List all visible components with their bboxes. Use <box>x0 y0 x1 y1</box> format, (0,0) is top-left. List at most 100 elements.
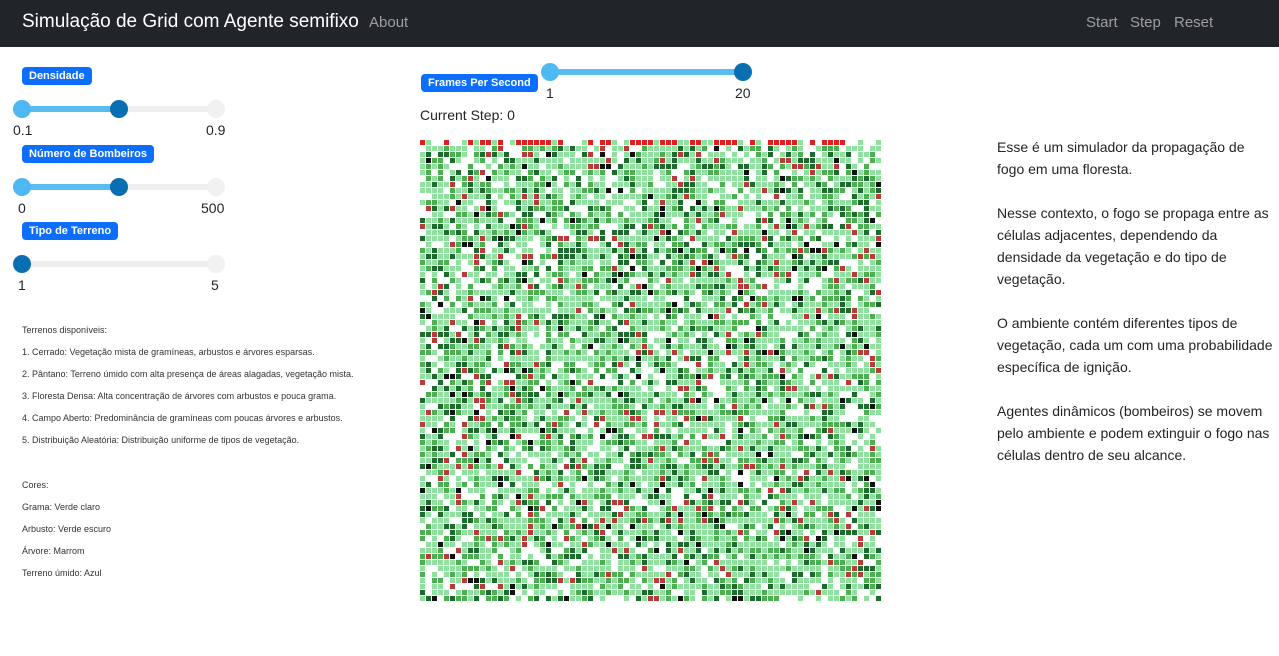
grid-cell <box>858 188 863 193</box>
grid-cell <box>600 488 605 493</box>
slider-value-handle[interactable] <box>734 63 752 81</box>
grid-cell <box>456 146 461 151</box>
slider-min-handle[interactable] <box>541 63 559 81</box>
slider-value-handle[interactable] <box>110 178 128 196</box>
grid-cell <box>654 440 659 445</box>
grid-cell <box>492 218 497 223</box>
grid-cell <box>636 422 641 427</box>
grid-cell <box>732 224 737 229</box>
grid-cell <box>498 470 503 475</box>
grid-cell <box>432 590 437 595</box>
grid-cell <box>660 242 665 247</box>
grid-cell <box>714 344 719 349</box>
grid-cell <box>762 356 767 361</box>
grid-cell <box>564 596 569 601</box>
grid-cell <box>714 578 719 583</box>
grid-cell <box>450 278 455 283</box>
grid-cell <box>678 572 683 577</box>
grid-cell <box>756 512 761 517</box>
grid-cell <box>858 146 863 151</box>
grid-cell <box>858 308 863 313</box>
grid-cell <box>744 200 749 205</box>
grid-cell <box>504 572 509 577</box>
grid-cell <box>570 278 575 283</box>
grid-cell <box>858 476 863 481</box>
grid-cell <box>618 422 623 427</box>
grid-cell <box>738 524 743 529</box>
start-button[interactable]: Start <box>1086 14 1118 31</box>
nav-about-link[interactable]: About <box>369 14 408 31</box>
grid-cell <box>774 224 779 229</box>
firefighters-slider[interactable] <box>13 177 225 197</box>
grid-cell <box>798 308 803 313</box>
grid-cell <box>438 590 443 595</box>
grid-cell <box>684 596 689 601</box>
grid-cell <box>714 326 719 331</box>
grid-cell <box>570 494 575 499</box>
grid-cell <box>672 596 677 601</box>
grid-cell <box>504 272 509 277</box>
grid-cell <box>744 290 749 295</box>
slider-min-handle[interactable] <box>13 100 31 118</box>
grid-cell <box>654 404 659 409</box>
grid-cell <box>450 470 455 475</box>
grid-cell <box>774 332 779 337</box>
grid-cell <box>576 182 581 187</box>
grid-cell <box>720 314 725 319</box>
grid-cell <box>462 566 467 571</box>
density-slider[interactable] <box>13 99 225 119</box>
grid-cell <box>756 434 761 439</box>
grid-cell <box>420 476 425 481</box>
simulation-grid[interactable] <box>420 140 882 602</box>
grid-cell <box>666 164 671 169</box>
grid-cell <box>480 158 485 163</box>
grid-cell <box>588 530 593 535</box>
grid-cell <box>732 176 737 181</box>
fps-slider[interactable] <box>541 62 752 82</box>
grid-cell <box>762 164 767 169</box>
grid-cell <box>570 590 575 595</box>
grid-cell <box>564 152 569 157</box>
slider-value-handle[interactable] <box>13 255 31 273</box>
grid-cell <box>798 578 803 583</box>
grid-cell <box>822 404 827 409</box>
grid-cell <box>780 266 785 271</box>
grid-cell <box>570 152 575 157</box>
grid-cell <box>822 380 827 385</box>
grid-cell <box>834 176 839 181</box>
grid-cell <box>672 368 677 373</box>
grid-cell <box>840 452 845 457</box>
grid-cell <box>522 500 527 505</box>
grid-cell <box>528 560 533 565</box>
grid-cell <box>654 434 659 439</box>
grid-cell <box>600 434 605 439</box>
grid-cell <box>498 386 503 391</box>
grid-cell <box>678 386 683 391</box>
grid-cell <box>774 560 779 565</box>
reset-button[interactable]: Reset <box>1174 14 1213 31</box>
grid-cell <box>462 458 467 463</box>
grid-cell <box>450 302 455 307</box>
grid-cell <box>498 194 503 199</box>
grid-cell <box>486 590 491 595</box>
grid-cell <box>480 488 485 493</box>
app-title[interactable]: Simulação de Grid com Agente semifixo <box>22 11 359 33</box>
grid-cell <box>426 266 431 271</box>
grid-cell <box>804 164 809 169</box>
grid-cell <box>522 524 527 529</box>
slider-min-handle[interactable] <box>13 178 31 196</box>
terrain-slider[interactable] <box>13 254 225 274</box>
grid-cell <box>612 386 617 391</box>
grid-cell <box>678 422 683 427</box>
grid-cell <box>582 596 587 601</box>
grid-cell <box>774 446 779 451</box>
grid-cell <box>798 374 803 379</box>
step-button[interactable]: Step <box>1130 14 1161 31</box>
grid-cell <box>612 434 617 439</box>
grid-cell <box>522 230 527 235</box>
grid-cell <box>876 476 881 481</box>
grid-cell <box>672 512 677 517</box>
grid-cell <box>774 596 779 601</box>
grid-cell <box>534 404 539 409</box>
slider-value-handle[interactable] <box>110 100 128 118</box>
